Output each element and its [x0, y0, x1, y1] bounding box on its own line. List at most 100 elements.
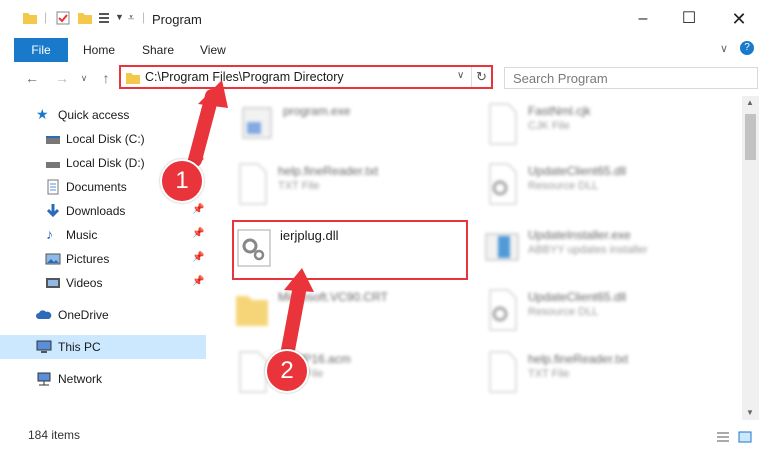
file-name: FastNml.cjk [528, 104, 591, 118]
pin-icon[interactable]: 📌 [192, 132, 204, 143]
tab-home[interactable]: Home [83, 38, 115, 62]
file-item[interactable]: help.fineReader.txt TXT File [232, 156, 472, 212]
up-icon[interactable]: ↑ [96, 68, 116, 88]
sidebar-item-videos[interactable]: Videos 📌 [0, 271, 206, 295]
computer-icon [36, 340, 52, 353]
customize-toolbar-icon[interactable]: ⩡ [128, 12, 134, 25]
sidebar-item-label: Videos [66, 276, 103, 290]
file-name: UpdateClient65.dll [528, 164, 627, 178]
folder-icon [126, 73, 140, 84]
file-name: program.exe [283, 104, 351, 118]
cloud-icon [36, 310, 52, 319]
file-type: Resource DLL [528, 180, 599, 192]
generic-file-icon [489, 103, 517, 145]
sidebar-item-quick-access[interactable]: ★ Quick access [0, 103, 206, 127]
file-name: help.fineReader.txt [528, 352, 629, 366]
sidebar-item-pictures[interactable]: Pictures 📌 [0, 247, 206, 271]
forward-icon[interactable]: → [52, 68, 72, 88]
new-folder-icon[interactable] [77, 10, 93, 26]
large-icons-view-icon[interactable] [738, 430, 752, 444]
documents-icon [47, 179, 59, 195]
status-bar: 184 items [0, 420, 769, 464]
vertical-scrollbar[interactable]: ▲ ▼ [742, 96, 759, 420]
tab-share[interactable]: Share [142, 38, 174, 62]
search-input[interactable]: Search Program [504, 67, 758, 89]
file-type: ABBYY updates installer [528, 244, 648, 256]
step-badge-1: 1 [160, 159, 204, 203]
folder-icon [23, 13, 37, 24]
file-name: UpdateClient65.dll [528, 290, 627, 304]
file-type: CJK File [528, 120, 570, 132]
dropdown-arrow-icon[interactable]: ▼ [115, 12, 124, 22]
close-button[interactable]: ✕ [716, 0, 762, 38]
music-icon: ♪ [46, 226, 53, 242]
expand-ribbon-icon[interactable]: ∨ [720, 42, 728, 55]
file-type: TXT File [278, 180, 320, 192]
title-bar: | ▼ ⩡ | Program – ☐ ✕ [0, 0, 769, 38]
videos-icon [46, 278, 60, 288]
pin-icon[interactable]: 📌 [192, 252, 204, 263]
download-icon [46, 204, 60, 218]
maximize-button[interactable]: ☐ [666, 0, 712, 38]
tab-file[interactable]: File [14, 38, 68, 62]
address-dropdown-icon[interactable]: ∨ [457, 70, 464, 81]
file-item[interactable]: UpdateInstaller.exe ABBYY updates instal… [482, 220, 722, 276]
file-name: help.fineReader.txt [278, 164, 379, 178]
highlight-box [232, 220, 468, 280]
scroll-up-icon[interactable]: ▲ [746, 98, 754, 107]
sidebar-item-music[interactable]: ♪ Music 📌 [0, 223, 206, 247]
sidebar-item-onedrive[interactable]: OneDrive [0, 303, 206, 327]
back-icon[interactable]: ← [22, 68, 42, 88]
drive-icon [46, 136, 60, 144]
file-item[interactable]: Microsoft.VC90.CRT [232, 282, 472, 338]
sidebar-item-label: Local Disk (D:) [66, 156, 145, 170]
sidebar-item-downloads[interactable]: Downloads 📌 [0, 199, 206, 223]
file-item[interactable]: UpdateClient65.dll Resource DLL [482, 156, 722, 212]
scroll-down-icon[interactable]: ▼ [746, 408, 754, 417]
sidebar-item-label: Quick access [58, 108, 130, 122]
separator: | [142, 10, 146, 24]
pin-icon[interactable]: 📌 [192, 276, 204, 287]
sidebar-item-label: This PC [58, 340, 101, 354]
ribbon-tabs: File Home Share View ∨ ? [0, 38, 769, 62]
navigation-bar: ← → ∨ ↑ C:\Program Files\Program Directo… [0, 62, 769, 94]
tab-view[interactable]: View [200, 38, 226, 62]
file-item[interactable]: program.exe [237, 96, 477, 152]
help-icon[interactable]: ? [740, 41, 754, 55]
dll-file-icon [489, 289, 517, 331]
customize-view-icon[interactable] [97, 10, 113, 26]
pin-icon[interactable]: 📌 [192, 204, 204, 215]
refresh-icon[interactable]: ↻ [476, 69, 487, 85]
properties-icon[interactable] [55, 10, 71, 26]
separator: | [44, 10, 48, 24]
address-bar[interactable]: C:\Program Files\Program Directory ∨ ↻ [119, 65, 493, 89]
sidebar-item-network[interactable]: Network [0, 367, 206, 391]
recent-locations-icon[interactable]: ∨ [74, 68, 94, 88]
file-item[interactable]: UpdateClient65.dll Resource DLL [482, 282, 722, 338]
exe-file-icon [242, 107, 272, 139]
divider [471, 67, 472, 87]
text-file-icon [489, 351, 517, 393]
sidebar-item-label: Documents [66, 180, 127, 194]
file-item[interactable]: help.fineReader.txt TXT File [482, 344, 722, 400]
details-view-icon[interactable] [716, 430, 730, 444]
file-item[interactable]: FastNml.cjk CJK File [482, 96, 722, 152]
drive-icon [46, 162, 60, 168]
sidebar-item-local-disk-c[interactable]: Local Disk (C:) 📌 [0, 127, 206, 151]
scrollbar-thumb[interactable] [745, 114, 756, 160]
folder-icon [236, 296, 268, 326]
sidebar-item-label: Music [66, 228, 98, 242]
installer-file-icon [485, 233, 519, 261]
sidebar-item-this-pc[interactable]: This PC [0, 335, 206, 359]
file-type: Resource DLL [528, 306, 599, 318]
sidebar-item-label: Network [58, 372, 103, 386]
dll-file-icon [489, 163, 517, 205]
sidebar-item-label: OneDrive [58, 308, 109, 322]
sidebar-item-label: Local Disk (C:) [66, 132, 145, 146]
pin-icon[interactable]: 📌 [192, 228, 204, 239]
minimize-button[interactable]: – [620, 0, 666, 38]
address-path: C:\Program Files\Program Directory [145, 70, 344, 84]
file-name: UpdateInstaller.exe [528, 228, 631, 242]
file-type: TXT File [528, 368, 570, 380]
file-name: Microsoft.VC90.CRT [278, 290, 388, 304]
